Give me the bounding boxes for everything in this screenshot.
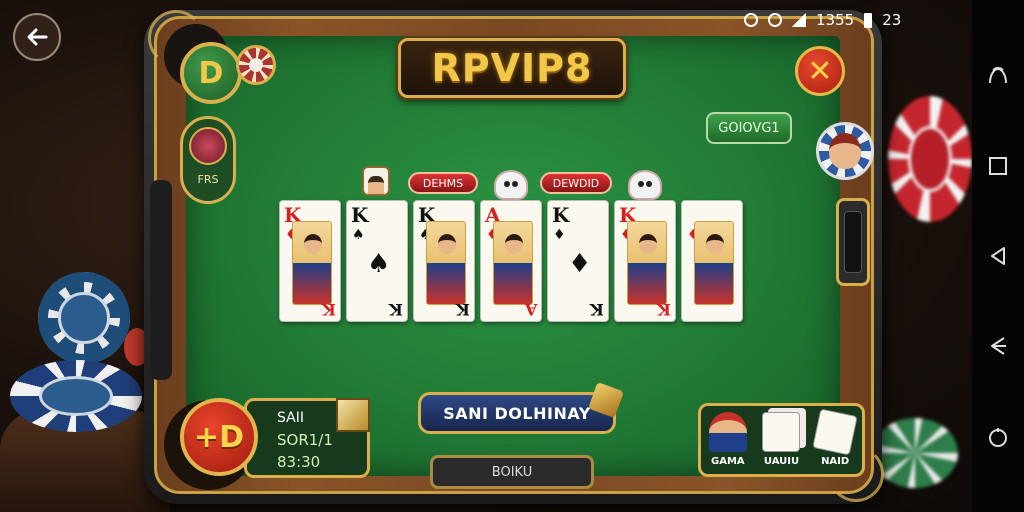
coin-label: D — [198, 55, 224, 91]
hd-button-label: +D — [193, 419, 245, 455]
playing-card[interactable]: K♦K — [279, 200, 341, 322]
player-face-icon — [368, 176, 384, 194]
avatar-face-icon — [829, 133, 861, 169]
add-diamond-button[interactable]: +D — [180, 398, 258, 476]
game-mode-naid[interactable]: NAID — [812, 408, 858, 474]
status-time: 1355 — [816, 11, 855, 29]
face-card-art-icon — [292, 221, 332, 305]
card-rank-corner: K — [389, 300, 403, 319]
game-mode-label: NAID — [821, 456, 850, 467]
location-icon — [768, 13, 782, 27]
nav-triangle-icon[interactable] — [985, 333, 1011, 359]
home-circle-icon[interactable] — [985, 424, 1011, 450]
playing-card[interactable]: A♦A — [480, 200, 542, 322]
player-avatar-1[interactable] — [362, 166, 390, 196]
back-button[interactable] — [13, 13, 61, 61]
android-nav-bar — [972, 0, 1024, 512]
card-rank: K — [351, 203, 369, 227]
background-chip-red — [888, 96, 972, 222]
player-avatar-2[interactable] — [494, 170, 528, 200]
avatar[interactable] — [816, 122, 874, 180]
battery-icon — [864, 12, 873, 28]
chip-icon[interactable] — [236, 45, 276, 85]
game-mode-uauiu[interactable]: UAUIU — [759, 412, 803, 474]
assistant-icon[interactable] — [985, 62, 1011, 88]
player-name-pill-2: DEWDID — [540, 172, 612, 194]
side-slider[interactable] — [836, 198, 870, 286]
card-rank-corner: K — [657, 300, 671, 319]
status-right: 23 — [882, 11, 902, 29]
close-button[interactable]: ✕ — [795, 46, 845, 96]
player-avatar-3[interactable] — [628, 170, 662, 200]
card-suit-icon: ♦ — [553, 227, 566, 243]
knight-icon — [708, 412, 747, 452]
title-plate: RPVIP8 — [398, 38, 626, 98]
coin-button[interactable]: D — [180, 42, 242, 104]
game-mode-gama[interactable]: GAMA — [706, 412, 750, 474]
playing-card[interactable]: K♠K — [413, 200, 475, 322]
card-pip-icon: ♦ — [568, 249, 592, 279]
game-mode-label: GAMA — [711, 456, 745, 467]
card-rank-corner: K — [456, 300, 470, 319]
playing-card[interactable]: K♦K — [614, 200, 676, 322]
game-mode-panel: GAMA UAUIU NAID — [698, 403, 865, 477]
face-card-art-icon — [426, 221, 466, 305]
badge-emblem-icon — [189, 127, 227, 165]
player-badge-left[interactable]: FRS — [180, 116, 236, 204]
secondary-button-label: BOIKU — [491, 464, 533, 480]
status-bar: 1355 23 — [744, 9, 944, 31]
playing-card[interactable]: ♦ — [681, 200, 743, 322]
green-tag-label: GOIOVG1 — [718, 120, 780, 136]
card-rank-corner: K — [322, 300, 336, 319]
background-chip-blue — [38, 272, 130, 364]
card-rank-corner: A — [524, 300, 537, 319]
player-name-1: DEHMS — [422, 176, 464, 190]
page-title: RPVIP8 — [431, 46, 593, 90]
playing-card[interactable]: K ♠ ♠ K — [346, 200, 408, 322]
cards-tilted-icon — [812, 408, 858, 456]
background-chip-green — [872, 418, 958, 488]
playing-card[interactable]: K ♦ ♦ K — [547, 200, 609, 322]
card-rank: K — [552, 203, 570, 227]
face-card-art-icon — [627, 221, 667, 305]
recents-icon[interactable] — [985, 153, 1011, 179]
signal-icon — [792, 13, 806, 27]
slider-knob[interactable] — [844, 211, 862, 273]
card-suit-icon: ♠ — [352, 227, 365, 243]
flag-icon — [336, 398, 370, 432]
info-line-2: SOR1/1 — [277, 431, 333, 449]
background-chip-blue-large — [10, 360, 142, 432]
main-action-button[interactable]: SANI DOLHINAY — [418, 392, 616, 434]
alarm-icon — [744, 13, 758, 27]
arrow-left-icon — [27, 28, 48, 46]
cards-icon — [762, 412, 801, 452]
face-card-art-icon — [694, 221, 734, 305]
player-name-2: DEWDID — [552, 176, 600, 190]
secondary-button[interactable]: BOIKU — [430, 455, 594, 489]
card-rank-corner: K — [590, 300, 604, 319]
close-icon: ✕ — [807, 53, 833, 89]
face-card-art-icon — [493, 221, 533, 305]
back-triangle-icon[interactable] — [985, 243, 1011, 269]
badge-label: FRS — [197, 173, 219, 186]
phone-side-button — [150, 180, 172, 380]
player-name-pill-1: DEHMS — [408, 172, 478, 194]
green-tag-button[interactable]: GOIOVG1 — [706, 112, 792, 144]
main-action-label: SANI DOLHINAY — [443, 403, 591, 423]
info-line-3: 83:30 — [277, 453, 321, 471]
game-mode-label: UAUIU — [763, 456, 800, 467]
card-pip-icon: ♠ — [367, 249, 391, 279]
